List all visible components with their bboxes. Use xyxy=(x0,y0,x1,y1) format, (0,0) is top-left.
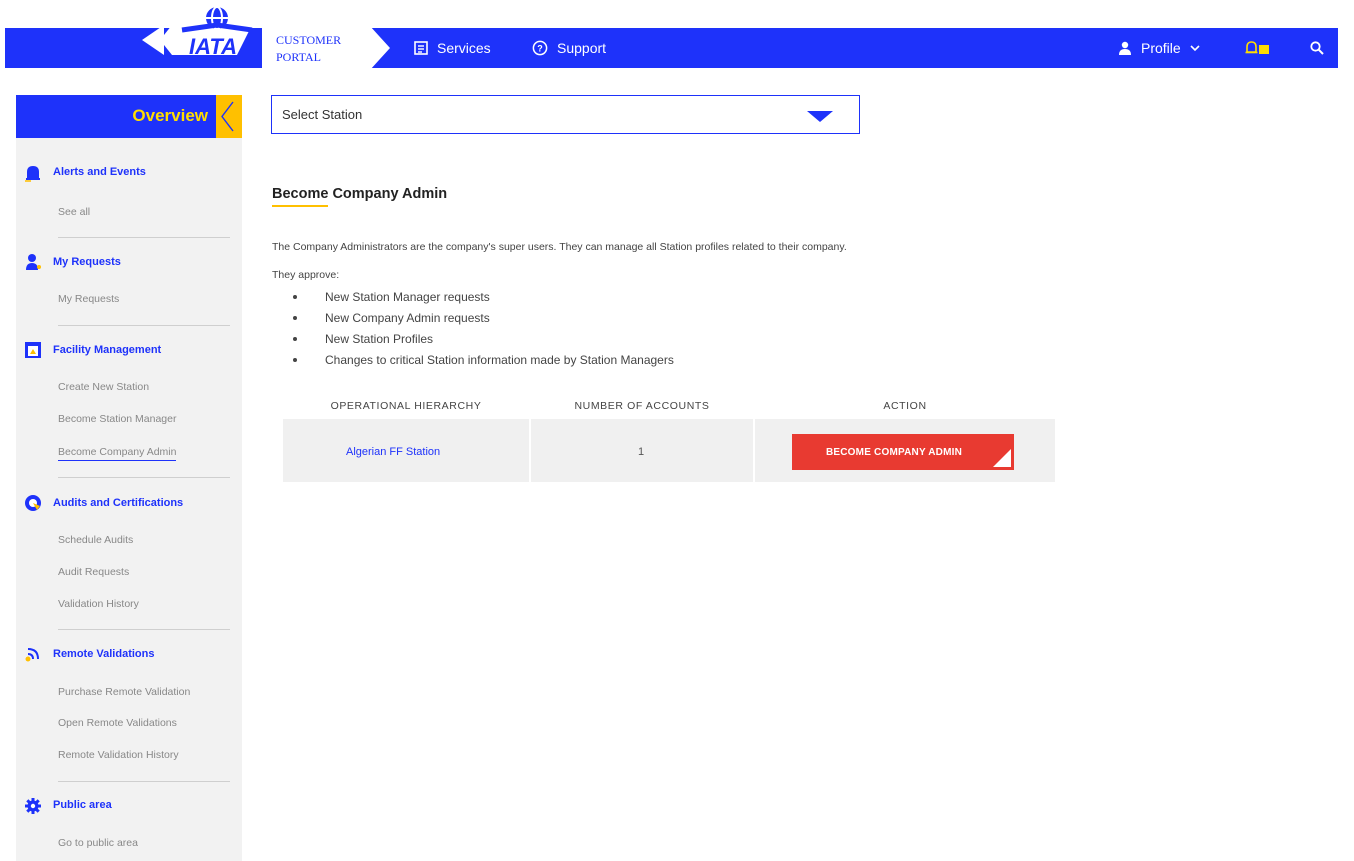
facility-icon xyxy=(25,342,41,358)
station-select-value: Select Station xyxy=(282,107,363,122)
logo-text: IATA xyxy=(189,34,237,59)
approval-list: New Station Manager requests New Company… xyxy=(293,290,674,374)
chevron-left-icon xyxy=(221,101,234,132)
hierarchy-link[interactable]: Algerian FF Station xyxy=(346,446,440,458)
sidebar-link-schedule-audits[interactable]: Schedule Audits xyxy=(58,534,133,546)
list-item: New Station Manager requests xyxy=(293,290,674,311)
page-title: Become Company Admin xyxy=(272,186,448,202)
customer-portal-label[interactable]: CUSTOMER PORTAL xyxy=(262,26,392,70)
sidebar-link-create-new-station[interactable]: Create New Station xyxy=(58,381,149,393)
sidebar-link-my-requests[interactable]: My Requests xyxy=(58,293,119,305)
sidebar-divider xyxy=(58,477,230,478)
support-link[interactable]: ? Support xyxy=(532,38,606,58)
chevron-down-icon xyxy=(1190,45,1200,52)
overview-header[interactable]: Overview xyxy=(16,95,242,138)
sidebar-divider xyxy=(58,237,230,238)
sidebar-link-go-to-public-area[interactable]: Go to public area xyxy=(58,837,138,849)
approve-label: They approve: xyxy=(272,269,340,281)
list-item: Changes to critical Station information … xyxy=(293,353,674,374)
become-company-admin-button[interactable]: BECOME COMPANY ADMIN xyxy=(792,434,1014,470)
section-facility-management[interactable]: Facility Management xyxy=(53,344,161,356)
sidebar-divider xyxy=(58,325,230,326)
list-item: New Company Admin requests xyxy=(293,311,674,332)
column-header-accounts: NUMBER OF ACCOUNTS xyxy=(574,400,710,412)
user-icon xyxy=(1119,41,1131,55)
gear-icon xyxy=(25,798,41,814)
audit-badge-icon xyxy=(25,495,41,511)
services-label: Services xyxy=(437,40,491,56)
profile-label: Profile xyxy=(1141,40,1181,56)
column-header-hierarchy: OPERATIONAL HIERARCHY xyxy=(330,400,482,412)
svg-text:CUSTOMER: CUSTOMER xyxy=(276,33,341,47)
become-company-admin-label: BECOME COMPANY ADMIN xyxy=(825,446,963,458)
sidebar-link-purchase-remote-validation[interactable]: Purchase Remote Validation xyxy=(58,686,190,698)
bell-icon xyxy=(25,166,40,182)
support-label: Support xyxy=(557,40,607,56)
profile-menu[interactable]: Profile xyxy=(1118,38,1200,58)
sidebar-link-become-company-admin[interactable]: Become Company Admin xyxy=(58,446,177,461)
sidebar: Overview Alerts and Events See all My Re… xyxy=(16,95,242,861)
column-header-action: ACTION xyxy=(883,400,927,412)
list-item: New Station Profiles xyxy=(293,332,674,353)
bell-badge-icon xyxy=(1245,41,1269,54)
services-icon xyxy=(414,41,428,55)
title-underline xyxy=(272,205,328,207)
sidebar-link-see-all[interactable]: See all xyxy=(58,206,90,218)
sidebar-divider xyxy=(58,629,230,630)
section-remote-validations[interactable]: Remote Validations xyxy=(53,648,154,660)
corner-triangle-icon xyxy=(993,449,1011,467)
sidebar-link-audit-requests[interactable]: Audit Requests xyxy=(58,566,129,578)
sidebar-link-remote-validation-history[interactable]: Remote Validation History xyxy=(58,749,179,761)
cell-separator xyxy=(529,419,531,482)
accounts-count: 1 xyxy=(638,446,645,458)
dropdown-caret-icon xyxy=(807,111,833,122)
section-public-area[interactable]: Public area xyxy=(53,799,112,811)
cell-separator xyxy=(753,419,755,482)
section-alerts-events[interactable]: Alerts and Events xyxy=(53,166,146,178)
remote-signal-icon xyxy=(25,648,39,662)
sidebar-link-validation-history[interactable]: Validation History xyxy=(58,598,139,610)
search-icon xyxy=(1310,41,1324,55)
sidebar-divider xyxy=(58,781,230,782)
sidebar-collapse-toggle[interactable] xyxy=(216,95,242,138)
svg-text:PORTAL: PORTAL xyxy=(276,50,321,64)
notifications-button[interactable] xyxy=(1244,38,1270,58)
sidebar-link-open-remote-validations[interactable]: Open Remote Validations xyxy=(58,717,177,729)
section-audits-certifications[interactable]: Audits and Certifications xyxy=(53,497,183,509)
sidebar-link-become-station-manager[interactable]: Become Station Manager xyxy=(58,413,176,425)
help-circle-icon: ? xyxy=(532,40,548,56)
overview-label: Overview xyxy=(132,106,208,125)
search-button[interactable] xyxy=(1310,38,1324,58)
services-link[interactable]: Services xyxy=(414,38,491,58)
user-request-icon xyxy=(26,254,41,270)
station-select[interactable]: Select Station xyxy=(271,95,860,134)
svg-text:?: ? xyxy=(537,44,543,54)
intro-text: The Company Administrators are the compa… xyxy=(272,241,847,253)
section-my-requests[interactable]: My Requests xyxy=(53,256,121,268)
